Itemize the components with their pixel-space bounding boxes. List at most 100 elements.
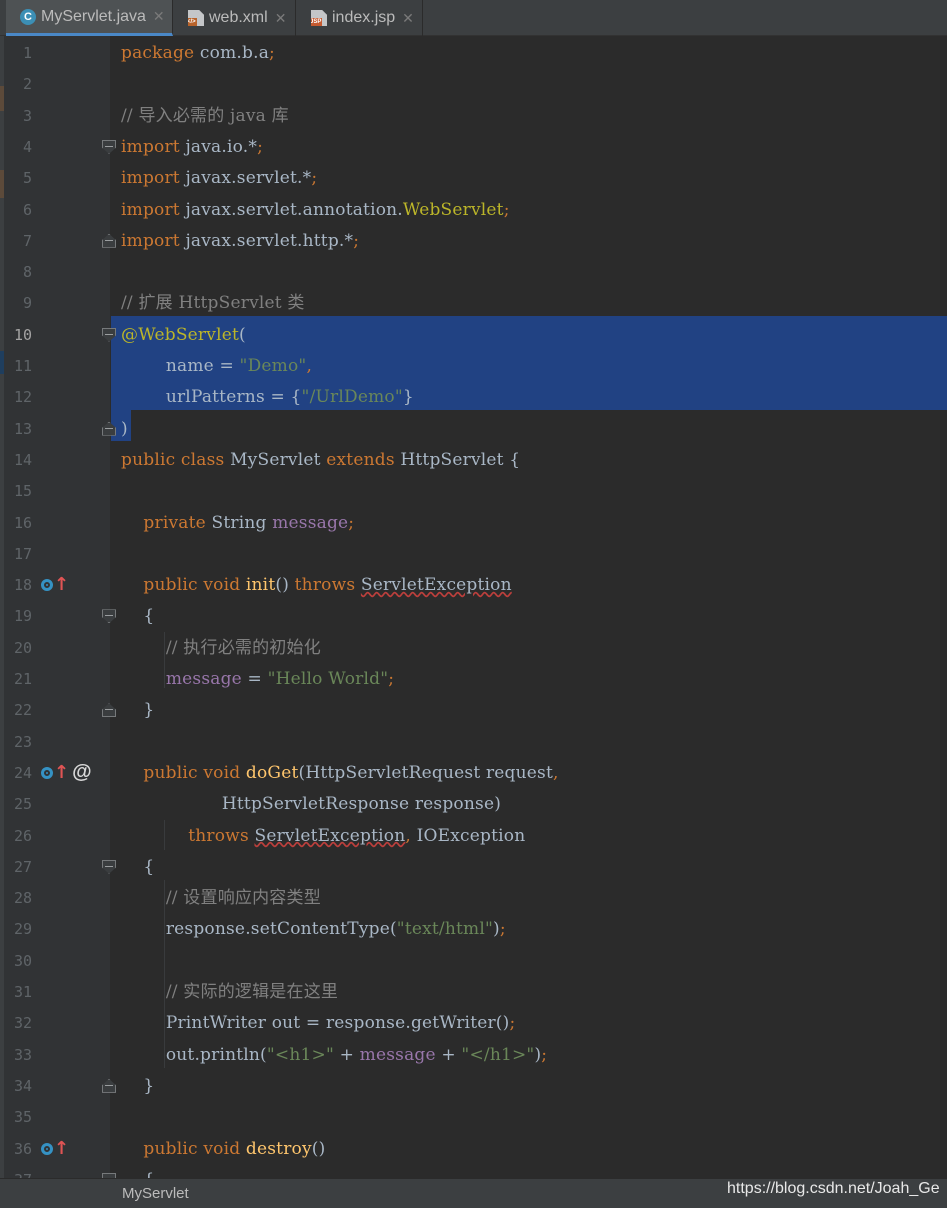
line-number: 5	[22, 169, 32, 188]
implements-method-icon[interactable]	[41, 766, 53, 779]
code-token: "/UrlDemo"	[301, 387, 403, 408]
code-line: // 设置响应内容类型	[121, 883, 321, 914]
code-token: "</h1>"	[461, 1044, 535, 1065]
code-line: }	[121, 695, 154, 726]
up-arrow-icon: ↑	[54, 761, 70, 783]
code-token: WebServlet	[402, 199, 504, 220]
code-token: // 设置响应内容类型	[121, 888, 321, 909]
code-token: ;	[257, 136, 264, 157]
override-marker[interactable]: ↑	[41, 575, 69, 595]
code-line: urlPatterns = {"/UrlDemo"}	[121, 382, 414, 413]
code-token: out.println(	[121, 1044, 267, 1065]
up-arrow-icon: ↑	[54, 1137, 70, 1159]
code-token: javax.servlet.*	[185, 168, 312, 189]
line-number: 30	[13, 951, 32, 970]
code-line: // 导入必需的 java 库	[121, 101, 289, 132]
code-token: PrintWriter out = response.getWriter()	[121, 1013, 510, 1034]
code-token: java.io.*	[185, 136, 258, 157]
line-number: 34	[13, 1076, 32, 1095]
code-token: com.b.a	[199, 43, 270, 63]
code-token: ;	[541, 1044, 548, 1065]
fold-collapse-icon[interactable]	[102, 859, 116, 874]
code-line: // 实际的逻辑是在这里	[121, 977, 338, 1008]
line-number: 13	[13, 419, 32, 438]
code-token: HttpServletResponse response)	[121, 794, 502, 815]
code-line: import javax.servlet.annotation.WebServl…	[121, 195, 510, 226]
code-line: public class MyServlet extends HttpServl…	[121, 445, 520, 476]
line-number: 6	[22, 200, 32, 219]
code-token: javax.servlet.http.*	[185, 230, 354, 251]
fold-expand-icon[interactable]	[102, 1078, 116, 1093]
line-number: 3	[22, 106, 32, 125]
code-token: urlPatterns = {	[121, 387, 302, 408]
mapping-at-icon[interactable]: @	[72, 761, 92, 784]
code-token: ServletException	[360, 575, 512, 596]
line-number: 29	[13, 920, 32, 939]
fold-expand-icon[interactable]	[102, 703, 116, 718]
code-line: name = "Demo",	[121, 351, 312, 382]
code-line: private String message;	[121, 508, 354, 539]
override-marker[interactable]: ↑	[41, 1139, 69, 1159]
code-token: ,	[405, 825, 417, 846]
code-token: {	[121, 606, 155, 627]
code-token: throws	[121, 825, 255, 846]
code-token: name =	[121, 356, 240, 376]
line-number: 20	[13, 638, 32, 657]
code-token: ()	[311, 1138, 326, 1159]
line-number: 22	[13, 701, 32, 720]
code-token: ,	[553, 762, 559, 783]
code-line: public void init() throws ServletExcepti…	[121, 570, 512, 601]
code-line: package com.b.a;	[121, 38, 275, 69]
line-number: 19	[13, 607, 32, 626]
code-token: // 扩展 HttpServlet 类	[121, 293, 305, 314]
code-line: )	[121, 414, 128, 445]
code-token: +	[435, 1044, 462, 1065]
code-token: "Demo"	[239, 356, 307, 376]
code-token: ;	[388, 669, 395, 689]
code-editor[interactable]: 1 package com.b.a; 2 3// 导入必需的 java 库 4 impor…	[0, 0, 947, 1190]
code-token: init	[245, 575, 276, 596]
implements-method-icon[interactable]	[41, 1142, 53, 1155]
line-number: 10	[13, 325, 32, 344]
code-token: import	[121, 168, 186, 189]
code-token: "text/html"	[396, 919, 494, 940]
code-line: {	[121, 601, 154, 632]
code-token: ;	[353, 230, 360, 251]
line-number: 1	[22, 44, 32, 62]
code-line: // 执行必需的初始化	[121, 633, 321, 664]
line-number: 11	[13, 357, 32, 375]
code-line: public void doGet(HttpServletRequest req…	[121, 758, 559, 789]
code-line: import javax.servlet.*;	[121, 163, 317, 194]
implements-method-icon[interactable]	[41, 579, 53, 592]
fold-collapse-icon[interactable]	[102, 609, 116, 624]
code-token: ;	[509, 1013, 516, 1034]
line-number: 31	[13, 983, 32, 1001]
code-line: public void destroy()	[121, 1134, 325, 1165]
code-line: import javax.servlet.http.*;	[121, 226, 359, 257]
code-token: package	[121, 43, 200, 63]
line-number: 32	[13, 1014, 32, 1033]
code-token: IOException	[416, 825, 526, 846]
fold-expand-icon[interactable]	[102, 233, 116, 248]
code-token: }	[121, 1075, 155, 1096]
code-token: message	[359, 1044, 436, 1065]
code-token: @WebServlet	[121, 324, 239, 345]
line-number: 15	[13, 482, 32, 501]
line-number: 12	[13, 388, 32, 407]
code-token: "<h1>"	[266, 1044, 334, 1065]
code-token: import	[121, 199, 186, 220]
line-number: 25	[13, 795, 32, 814]
code-line: response.setContentType("text/html");	[121, 914, 506, 945]
code-line: @WebServlet(	[121, 320, 246, 351]
watermark-url: https://blog.csdn.net/Joah_Ge	[727, 1180, 940, 1197]
line-number: 14	[13, 450, 32, 469]
code-token: doGet	[245, 762, 299, 783]
code-token: // 执行必需的初始化	[121, 637, 321, 658]
breadcrumb-class[interactable]: MyServlet	[122, 1185, 189, 1202]
code-token: ,	[306, 356, 313, 376]
code-token: )	[121, 418, 128, 439]
code-token: throws	[294, 575, 361, 596]
override-marker[interactable]: ↑ @	[41, 761, 92, 784]
code-token: import	[121, 136, 186, 157]
fold-collapse-icon[interactable]	[102, 139, 116, 154]
